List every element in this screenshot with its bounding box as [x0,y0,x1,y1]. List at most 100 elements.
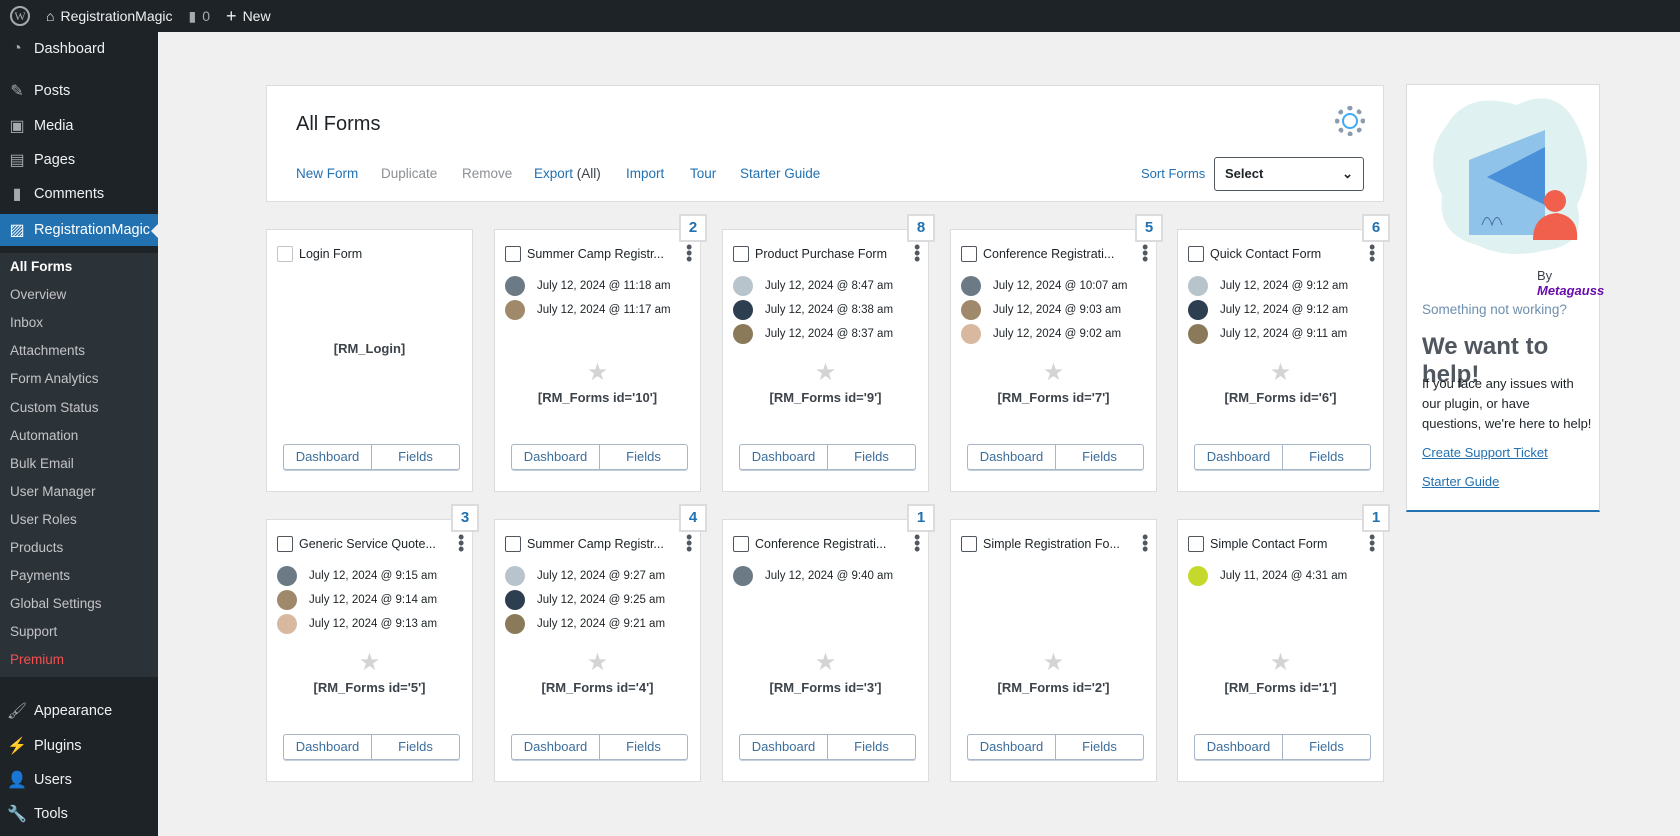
fields-button[interactable]: Fields [1283,735,1370,759]
dashboard-button[interactable]: Dashboard [740,735,828,759]
submenu-item-attachments[interactable]: Attachments [10,341,85,361]
site-name-link[interactable]: ⌂ RegistrationMagic [38,0,181,32]
menu-pages[interactable]: ▤ Pages [0,143,158,177]
starter-guide-link[interactable]: Starter Guide [740,166,820,181]
submenu-item-payments[interactable]: Payments [10,566,70,586]
submenu-item-form-analytics[interactable]: Form Analytics [10,369,99,389]
comments-link[interactable]: ▮ 0 [181,0,219,32]
dashboard-button[interactable]: Dashboard [512,735,600,759]
new-form-link[interactable]: New Form [296,166,358,181]
dashboard-button[interactable]: Dashboard [1195,445,1283,469]
more-options-icon[interactable]: • • • [686,528,692,558]
more-options-icon[interactable]: • • • [458,528,464,558]
submission-entry[interactable]: July 12, 2024 @ 10:07 am [961,276,1127,296]
submission-entry[interactable]: July 12, 2024 @ 9:15 am [277,566,437,586]
fields-button[interactable]: Fields [1283,445,1370,469]
dashboard-button[interactable]: Dashboard [284,735,372,759]
submission-entry[interactable]: July 12, 2024 @ 9:03 am [961,300,1121,320]
submission-entry[interactable]: July 12, 2024 @ 9:11 am [1188,324,1347,344]
menu-tools[interactable]: 🔧 Tools [0,797,158,831]
star-icon[interactable]: ★ [951,358,1156,387]
menu-posts[interactable]: ✎ Posts [0,74,158,108]
form-checkbox[interactable] [1188,246,1204,262]
submission-count-badge[interactable]: 1 [1362,504,1390,532]
submission-entry[interactable]: July 12, 2024 @ 9:12 am [1188,276,1348,296]
form-checkbox[interactable] [961,246,977,262]
menu-appearance[interactable]: 🖌 Appearance [0,694,158,728]
menu-plugins[interactable]: ⚡ Plugins [0,729,158,763]
form-checkbox[interactable] [277,246,293,262]
more-options-icon[interactable]: • • • [914,528,920,558]
submenu-item-global-settings[interactable]: Global Settings [10,594,102,614]
more-options-icon[interactable]: • • • [686,238,692,268]
menu-registrationmagic[interactable]: ▨ RegistrationMagic [0,214,158,246]
menu-comments[interactable]: ▮ Comments [0,177,158,211]
create-support-ticket-link[interactable]: Create Support Ticket [1422,445,1548,460]
fields-button[interactable]: Fields [600,445,687,469]
export-link[interactable]: Export (All) [534,166,601,181]
star-icon[interactable]: ★ [267,648,472,677]
form-checkbox[interactable] [1188,536,1204,552]
submission-entry[interactable]: July 12, 2024 @ 11:18 am [505,276,671,296]
dashboard-button[interactable]: Dashboard [968,735,1056,759]
menu-dashboard[interactable]: ◔ Dashboard [0,32,158,66]
more-options-icon[interactable]: • • • [1142,528,1148,558]
submenu-item-user-roles[interactable]: User Roles [10,510,77,530]
submission-entry[interactable]: July 12, 2024 @ 9:14 am [277,590,437,610]
submenu-item-support[interactable]: Support [10,622,57,642]
form-checkbox[interactable] [733,536,749,552]
fields-button[interactable]: Fields [1056,445,1143,469]
fields-button[interactable]: Fields [372,735,459,759]
dashboard-button[interactable]: Dashboard [740,445,828,469]
tour-link[interactable]: Tour [690,166,716,181]
more-options-icon[interactable]: • • • [914,238,920,268]
dashboard-button[interactable]: Dashboard [512,445,600,469]
submission-count-badge[interactable]: 8 [907,214,935,242]
submenu-item-all-forms[interactable]: All Forms [10,257,72,277]
star-icon[interactable]: ★ [1178,358,1383,387]
menu-media[interactable]: ▣ Media [0,109,158,143]
submission-entry[interactable]: July 12, 2024 @ 9:02 am [961,324,1121,344]
submenu-item-products[interactable]: Products [10,538,63,558]
submission-count-badge[interactable]: 5 [1135,214,1163,242]
submenu-item-custom-status[interactable]: Custom Status [10,398,99,418]
submenu-item-user-manager[interactable]: User Manager [10,482,96,502]
submission-entry[interactable]: July 12, 2024 @ 9:40 am [733,566,893,586]
more-options-icon[interactable]: • • • [1369,238,1375,268]
submission-entry[interactable]: July 12, 2024 @ 9:13 am [277,614,437,634]
new-content-link[interactable]: + New [218,0,279,32]
more-options-icon[interactable]: • • • [1369,528,1375,558]
form-checkbox[interactable] [733,246,749,262]
fields-button[interactable]: Fields [828,735,915,759]
fields-button[interactable]: Fields [1056,735,1143,759]
star-icon[interactable]: ★ [723,648,928,677]
dashboard-button[interactable]: Dashboard [968,445,1056,469]
submission-entry[interactable]: July 12, 2024 @ 9:27 am [505,566,665,586]
fields-button[interactable]: Fields [600,735,687,759]
form-checkbox[interactable] [961,536,977,552]
submenu-item-automation[interactable]: Automation [10,426,78,446]
submenu-item-overview[interactable]: Overview [10,285,66,305]
submission-entry[interactable]: July 12, 2024 @ 8:47 am [733,276,893,296]
gear-icon[interactable] [1335,106,1365,136]
submission-entry[interactable]: July 12, 2024 @ 9:25 am [505,590,665,610]
submenu-item-premium[interactable]: Premium [10,650,64,670]
star-icon[interactable]: ★ [495,358,700,387]
more-options-icon[interactable]: • • • [1142,238,1148,268]
submission-count-badge[interactable]: 2 [679,214,707,242]
submenu-item-inbox[interactable]: Inbox [10,313,43,333]
submission-count-badge[interactable]: 3 [451,504,479,532]
submission-entry[interactable]: July 12, 2024 @ 8:37 am [733,324,893,344]
star-icon[interactable]: ★ [1178,648,1383,677]
star-icon[interactable]: ★ [723,358,928,387]
submenu-item-bulk-email[interactable]: Bulk Email [10,454,74,474]
fields-button[interactable]: Fields [372,445,459,469]
star-icon[interactable]: ★ [495,648,700,677]
duplicate-link[interactable]: Duplicate [381,166,437,181]
submission-entry[interactable]: July 12, 2024 @ 8:38 am [733,300,893,320]
submission-count-badge[interactable]: 1 [907,504,935,532]
form-checkbox[interactable] [505,246,521,262]
fields-button[interactable]: Fields [828,445,915,469]
star-icon[interactable]: ★ [951,648,1156,677]
form-checkbox[interactable] [505,536,521,552]
